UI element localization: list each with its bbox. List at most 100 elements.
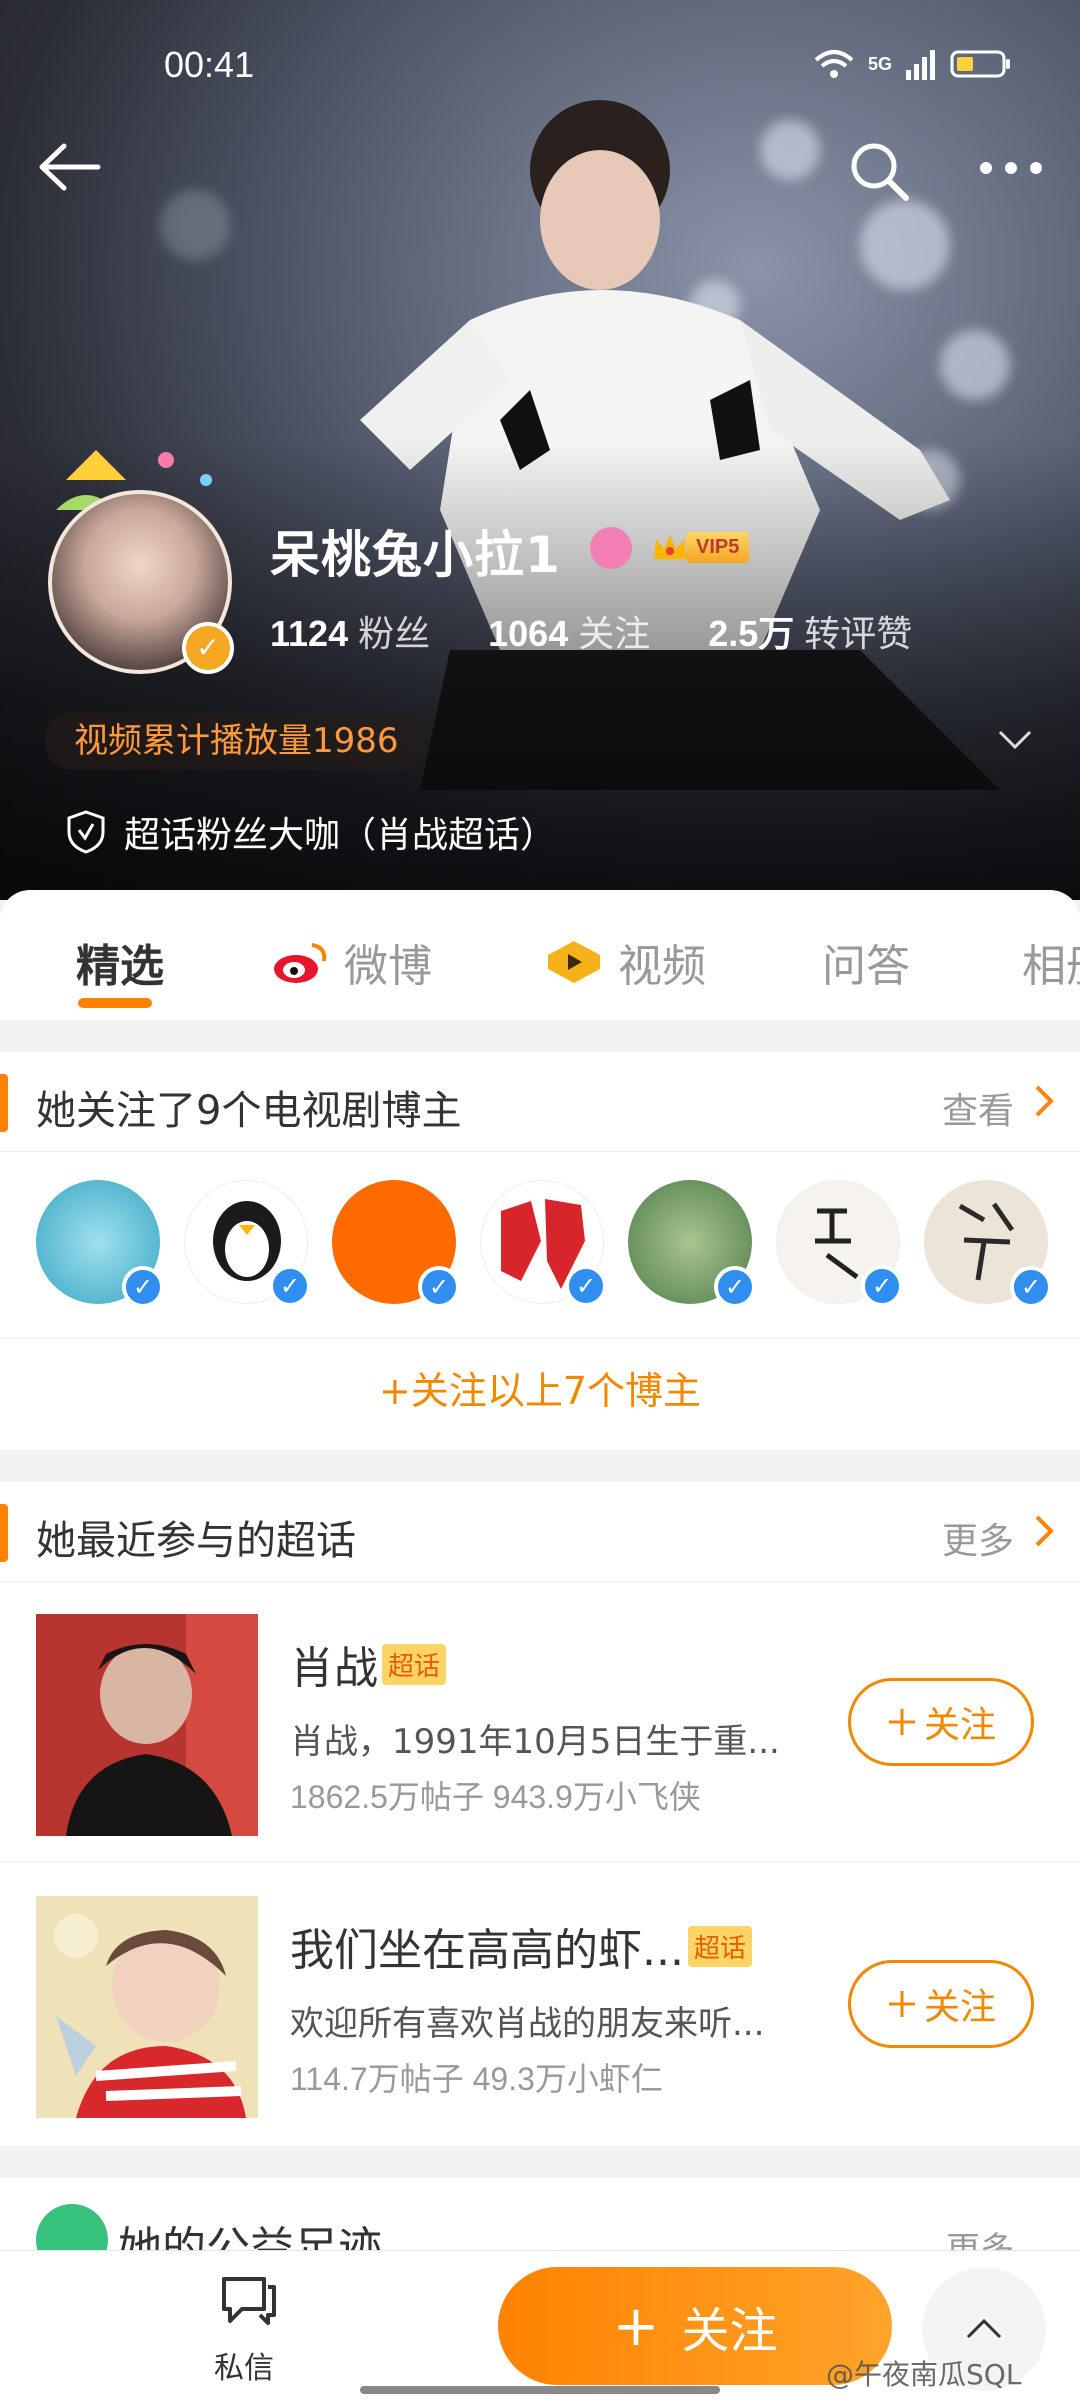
supertopic-tag: 超话 bbox=[382, 1643, 447, 1685]
blogger-avatar[interactable]: ✓ bbox=[628, 1180, 756, 1308]
blogger-avatar[interactable]: ✓ bbox=[36, 1180, 164, 1308]
signal-icon bbox=[906, 50, 935, 80]
vip-level: VIP5 bbox=[686, 531, 750, 563]
profile-avatar[interactable]: ✓ bbox=[40, 450, 240, 674]
card-title: 她关注了9个电视剧博主 bbox=[36, 1088, 462, 1134]
follow-label: 关注 bbox=[923, 1705, 996, 1746]
supertopic-title: 肖战 超话 bbox=[290, 1632, 447, 1696]
chevron-up-icon bbox=[966, 2318, 1002, 2339]
supertopic-stats: 114.7万帖子 49.3万小虾仁 bbox=[290, 2061, 663, 2097]
tab-label: 微博 bbox=[344, 941, 432, 992]
card-header[interactable]: 她关注了9个电视剧博主 查看 bbox=[0, 1052, 1080, 1152]
card-header[interactable]: 她最近参与的超话 更多 bbox=[0, 1482, 1080, 1582]
more-dots-icon[interactable] bbox=[978, 160, 1044, 176]
verified-badge-icon: ✓ bbox=[182, 622, 234, 674]
stat-value: 1124 bbox=[270, 613, 349, 654]
profile-tabs: 精选 微博 视频 问答 相册 bbox=[0, 890, 1080, 1020]
message-icon[interactable] bbox=[218, 2273, 278, 2329]
plus-icon: + bbox=[612, 2293, 660, 2359]
video-icon bbox=[548, 941, 600, 983]
tab-album[interactable]: 相册 bbox=[1022, 930, 1080, 994]
view-more-link[interactable]: 查看 bbox=[942, 1082, 1014, 1134]
stat-value: 1064 bbox=[488, 613, 569, 654]
network-label: 5G bbox=[867, 53, 892, 74]
verified-blue-icon: ✓ bbox=[861, 1265, 903, 1307]
blogger-avatar[interactable]: ✓ bbox=[184, 1180, 311, 1307]
stat-reposts-likes[interactable]: 2.5万 转评赞 bbox=[708, 605, 912, 657]
verified-blue-icon: ✓ bbox=[1010, 1266, 1052, 1308]
shield-check-icon bbox=[67, 810, 105, 854]
blogger-avatar[interactable]: ✓ bbox=[480, 1180, 607, 1307]
supertopic-role[interactable]: 超话粉丝大咖（肖战超话） bbox=[66, 806, 556, 858]
back-arrow-icon[interactable] bbox=[38, 142, 102, 192]
stat-label: 转评赞 bbox=[804, 614, 913, 655]
verified-blue-icon: ✓ bbox=[269, 1265, 311, 1307]
status-bar: 00:41 5G bbox=[0, 44, 1080, 94]
weibo-icon bbox=[274, 943, 327, 983]
verified-blue-icon: ✓ bbox=[122, 1266, 164, 1308]
stat-label: 粉丝 bbox=[358, 614, 431, 655]
status-time: 00:41 bbox=[164, 44, 255, 85]
verified-blue-icon: ✓ bbox=[714, 1266, 756, 1308]
vip-badge[interactable]: VIP5 bbox=[650, 527, 750, 567]
follow-all-button[interactable]: +关注以上7个博主 bbox=[0, 1338, 1080, 1442]
video-plays-badge[interactable]: 视频累计播放量1986 bbox=[44, 712, 429, 770]
stat-label: 关注 bbox=[578, 614, 651, 655]
tab-qa[interactable]: 问答 bbox=[822, 930, 910, 994]
follow-label: 关注 bbox=[923, 1987, 996, 2028]
blogger-avatar-list: ✓ ✓ ✓ ✓ ✓ ✓ ✓ bbox=[36, 1180, 1052, 1308]
chevron-right-icon[interactable] bbox=[1034, 1084, 1054, 1118]
active-tab-indicator bbox=[78, 998, 152, 1008]
supertopic-stats: 1862.5万帖子 943.9万小飞侠 bbox=[290, 1779, 701, 1815]
battery-icon bbox=[950, 50, 1010, 78]
tab-label: 问答 bbox=[822, 941, 910, 992]
crown-icon bbox=[654, 535, 686, 559]
stat-following[interactable]: 1064 关注 bbox=[488, 605, 650, 657]
blogger-avatar[interactable]: ✓ bbox=[924, 1180, 1052, 1308]
supertopics-card: 她最近参与的超话 更多 肖战 超话 肖战，1991年10月5日生于重... 18… bbox=[0, 1482, 1080, 2146]
follow-label: 关注 bbox=[681, 2303, 778, 2359]
plus-icon bbox=[888, 1991, 915, 2017]
tab-label: 相册 bbox=[1022, 941, 1080, 992]
wifi-icon bbox=[814, 50, 854, 78]
home-indicator[interactable] bbox=[360, 2386, 720, 2394]
tab-weibo[interactable]: 微博 bbox=[272, 930, 432, 994]
tab-label: 精选 bbox=[76, 941, 164, 992]
stat-fans[interactable]: 1124 粉丝 bbox=[270, 605, 430, 657]
tab-video[interactable]: 视频 bbox=[544, 930, 706, 994]
tab-featured[interactable]: 精选 bbox=[76, 930, 164, 994]
tab-label: 视频 bbox=[618, 941, 706, 992]
verified-blue-icon: ✓ bbox=[565, 1265, 607, 1307]
search-icon[interactable] bbox=[848, 140, 912, 204]
supertopic-description: 肖战，1991年10月5日生于重... bbox=[290, 1722, 780, 1762]
supertopic-title: 我们坐在高高的虾... 超话 bbox=[290, 1914, 752, 1978]
supertopic-name: 肖战 bbox=[290, 1643, 378, 1694]
supertopic-item[interactable]: 我们坐在高高的虾... 超话 欢迎所有喜欢肖战的朋友来听... 114.7万帖子… bbox=[0, 1864, 1080, 2144]
superfan-badge-icon[interactable] bbox=[590, 527, 632, 569]
supertopic-thumbnail bbox=[36, 1614, 258, 1836]
plus-icon bbox=[888, 1709, 915, 1735]
supertopic-item[interactable]: 肖战 超话 肖战，1991年10月5日生于重... 1862.5万帖子 943.… bbox=[0, 1582, 1080, 1862]
supertopic-thumbnail bbox=[36, 1896, 258, 2118]
supertopic-description: 欢迎所有喜欢肖战的朋友来听... bbox=[290, 2004, 765, 2044]
card-title: 她最近参与的超话 bbox=[36, 1518, 356, 1564]
card-accent-bar bbox=[0, 1074, 8, 1132]
supertopic-name: 我们坐在高高的虾... bbox=[290, 1925, 684, 1976]
card-accent-bar bbox=[0, 1504, 8, 1562]
profile-stats: 1124 粉丝 1064 关注 2.5万 转评赞 bbox=[270, 605, 970, 657]
followed-bloggers-card: 她关注了9个电视剧博主 查看 ✓ ✓ ✓ ✓ ✓ ✓ ✓ +关注以上7个博主 bbox=[0, 1052, 1080, 1450]
chevron-right-icon[interactable] bbox=[1034, 1514, 1054, 1548]
supertopic-role-label: 超话粉丝大咖（肖战超话） bbox=[124, 815, 557, 856]
follow-supertopic-button[interactable]: 关注 bbox=[848, 1960, 1034, 2048]
follow-supertopic-button[interactable]: 关注 bbox=[848, 1678, 1034, 1766]
verified-blue-icon: ✓ bbox=[418, 1266, 460, 1308]
more-link[interactable]: 更多 bbox=[942, 1512, 1014, 1564]
blogger-avatar[interactable]: ✓ bbox=[332, 1180, 460, 1308]
stat-value: 2.5万 bbox=[708, 613, 795, 654]
watermark: @午夜南瓜SQL bbox=[826, 2358, 1022, 2391]
dm-label[interactable]: 私信 bbox=[214, 2343, 274, 2387]
profile-name: 呆桃兔小拉1 bbox=[270, 526, 561, 584]
blogger-avatar[interactable]: ✓ bbox=[776, 1180, 903, 1307]
supertopic-tag: 超话 bbox=[687, 1925, 752, 1967]
chevron-down-icon[interactable] bbox=[998, 730, 1032, 750]
